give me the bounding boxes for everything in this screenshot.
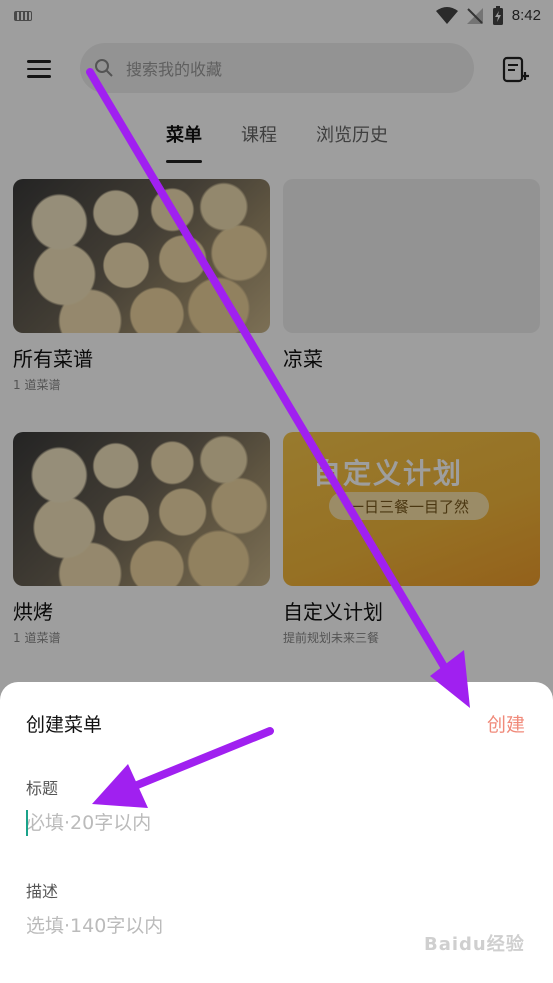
- description-field-label: 描述: [26, 882, 59, 901]
- text-caret: [26, 810, 28, 836]
- create-button[interactable]: 创建: [487, 710, 525, 737]
- sheet-title: 创建菜单: [26, 714, 103, 736]
- title-field-label: 标题: [26, 779, 59, 798]
- baidu-watermark: Baidu经验: [424, 934, 525, 955]
- title-input[interactable]: [26, 808, 526, 838]
